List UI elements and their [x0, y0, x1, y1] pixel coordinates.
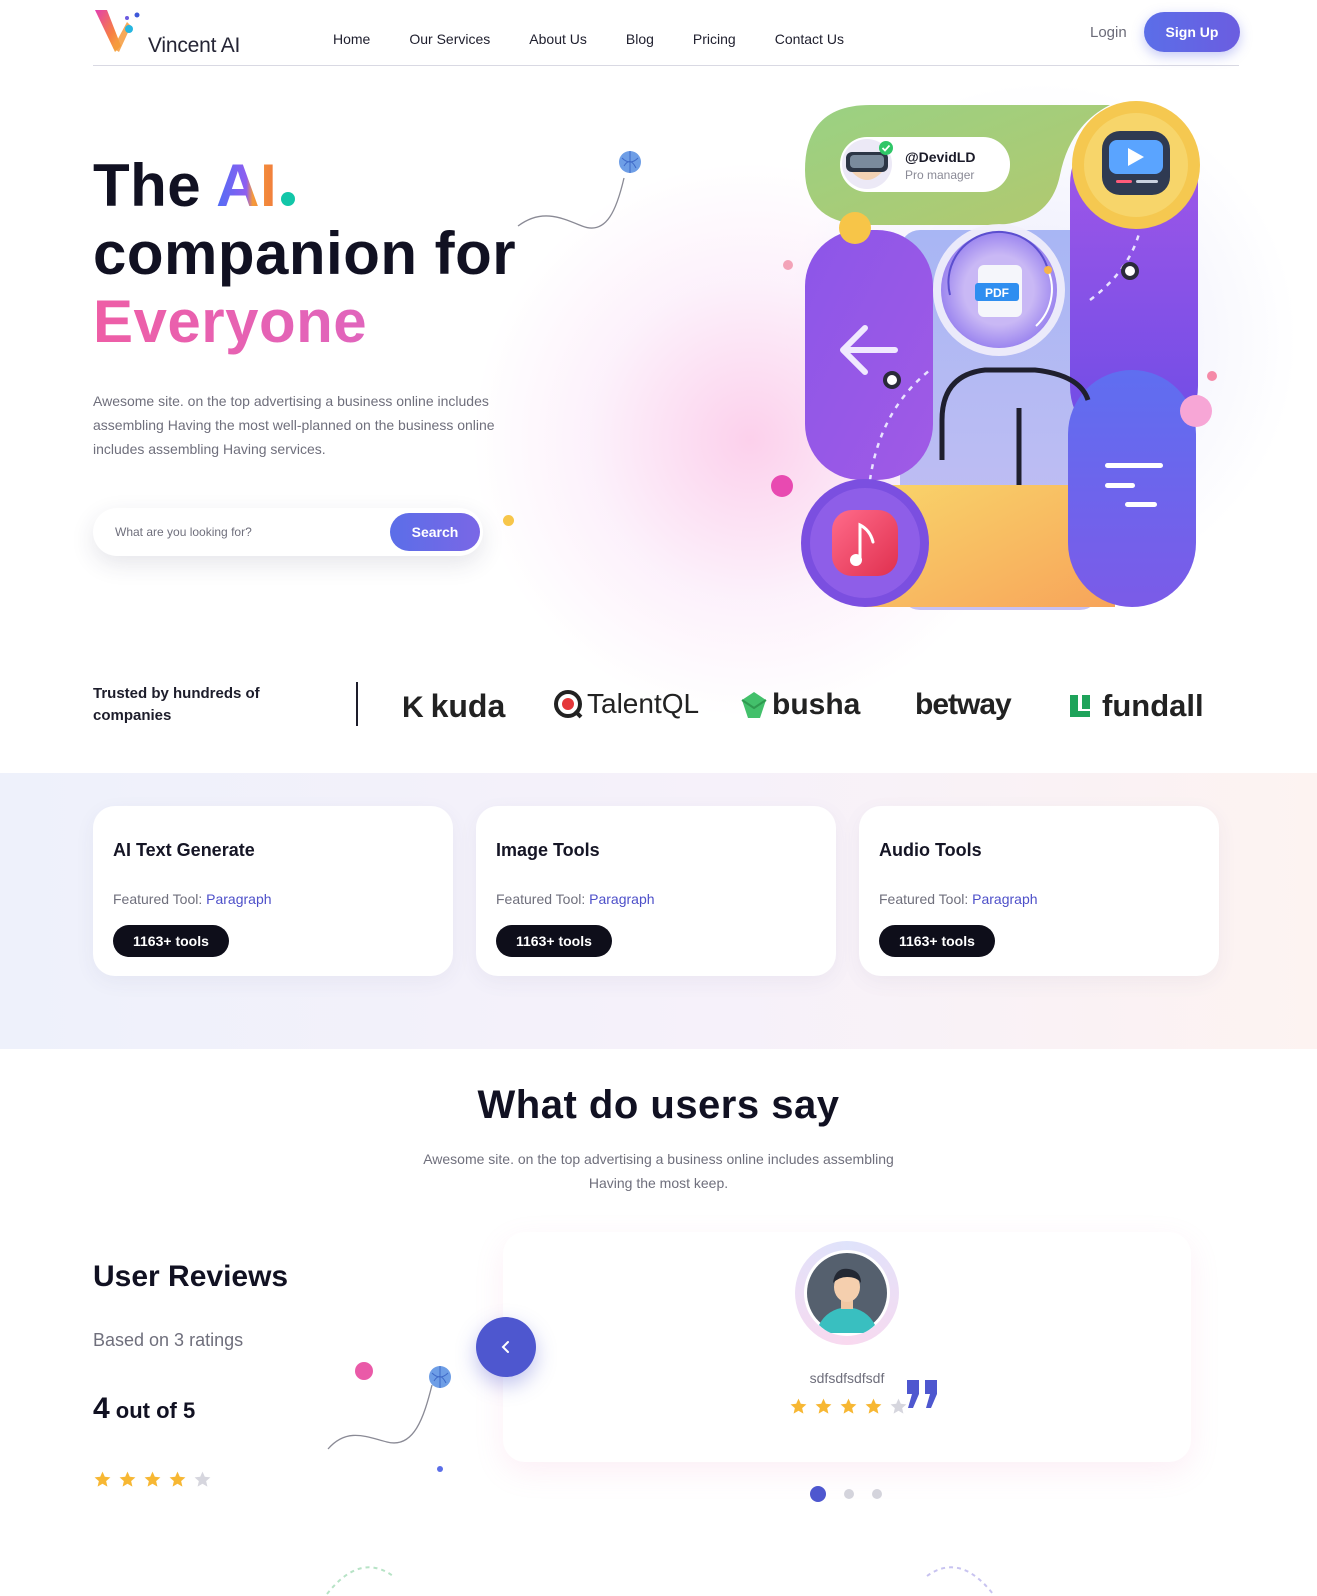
star-filled-icon [94, 1471, 111, 1487]
logo-mark-icon [95, 10, 140, 52]
pdf-label: PDF [985, 286, 1009, 300]
pager-dot[interactable] [872, 1489, 882, 1499]
brand-kuda: K kuda [402, 688, 505, 725]
tool-title: Image Tools [496, 840, 600, 860]
yellow-dot-decoration [503, 515, 514, 526]
tool-card[interactable]: Audio Tools Featured Tool: Paragraph 116… [859, 806, 1219, 976]
kuda-k-icon: K [402, 691, 424, 724]
brand-talentql-text: TalentQL [587, 688, 700, 719]
nav-pricing[interactable]: Pricing [693, 31, 736, 47]
hero-illustration: @DevidLD Pro manager PDF [771, 101, 1217, 610]
brand-busha: busha [740, 688, 860, 722]
hero-description: Awesome site. on the top advertising a b… [93, 393, 495, 457]
overall-score-suffix: out of 5 [109, 1398, 196, 1423]
user-reviews-title: User Reviews [93, 1260, 289, 1293]
reviewer-star-rating [789, 1397, 908, 1416]
talentql-logo-icon [554, 690, 583, 719]
main-nav: Home Our Services About Us Blog Pricing … [333, 31, 883, 47]
profile-name: @DevidLD [905, 149, 975, 165]
pager-dot[interactable] [810, 1486, 826, 1502]
star-filled-icon [169, 1471, 186, 1487]
search-input[interactable] [115, 508, 375, 556]
star-filled-icon [865, 1398, 882, 1414]
overall-score: 4 out of 5 [93, 1392, 195, 1426]
brand-kuda-text: kuda [430, 688, 506, 724]
brand-busha-text: busha [772, 688, 861, 721]
nav-home[interactable]: Home [333, 31, 370, 47]
nav-blog[interactable]: Blog [626, 31, 654, 47]
trusted-label: Trusted by hundreds of companies [93, 685, 260, 724]
login-link[interactable]: Login [1090, 24, 1127, 41]
star-filled-icon [119, 1471, 136, 1487]
hero-title-line2: companion for [93, 220, 517, 287]
dashed-arc-decoration [926, 1566, 994, 1595]
dashed-arc-decoration [326, 1566, 394, 1595]
overall-star-rating [93, 1470, 212, 1489]
chevron-left-icon [501, 1341, 509, 1353]
avatar-inner [804, 1250, 890, 1336]
star-filled-icon [815, 1398, 832, 1414]
signup-button[interactable]: Sign Up [1144, 12, 1240, 52]
hero-title-the: The [93, 152, 217, 219]
yarn-ball-decoration-icon [517, 151, 641, 229]
site-header: Vincent AI Home Our Services About Us Bl… [93, 0, 1240, 66]
user-avatar-icon [807, 1253, 887, 1333]
testimonials-title: What do users say [477, 1083, 840, 1127]
tool-count-badge[interactable]: 1163+ tools [879, 925, 995, 957]
quote-icon [907, 1380, 937, 1408]
reviewer-avatar [795, 1241, 899, 1345]
tool-count-badge[interactable]: 1163+ tools [496, 925, 612, 957]
prev-review-button[interactable] [476, 1317, 536, 1377]
tool-featured: Featured Tool: Paragraph [113, 891, 272, 907]
tool-featured: Featured Tool: Paragraph [879, 891, 1038, 907]
brand-betway: betway [915, 688, 1012, 721]
nav-our-services[interactable]: Our Services [409, 31, 490, 47]
hero-title-dot [281, 192, 296, 206]
brand-fundall-text: fundall [1102, 688, 1204, 723]
tool-title: Audio Tools [879, 840, 982, 860]
tool-featured-label: Featured Tool: [113, 891, 207, 907]
star-filled-icon [840, 1398, 857, 1414]
testimonials-subtitle: Awesome site. on the top advertising a b… [423, 1151, 894, 1191]
reviewer-name: sdfsdfsdfsdf [809, 1370, 885, 1386]
yarn-ball-decoration-icon [327, 1362, 451, 1472]
logo[interactable]: Vincent AI [93, 8, 253, 58]
tool-featured-label: Featured Tool: [496, 891, 590, 907]
tool-card[interactable]: AI Text Generate Featured Tool: Paragrap… [93, 806, 453, 976]
fundall-logo-icon [1070, 695, 1090, 717]
tool-featured-link[interactable]: Paragraph [589, 891, 654, 907]
hero-title: The AI companion for Everyone [93, 152, 516, 356]
profile-role: Pro manager [905, 168, 974, 182]
tool-featured: Featured Tool: Paragraph [496, 891, 655, 907]
trusted-divider [356, 682, 358, 726]
search-box: Search [93, 508, 483, 556]
busha-logo-icon [741, 692, 767, 718]
search-button[interactable]: Search [390, 513, 480, 551]
review-pager [810, 1486, 882, 1502]
nav-about-us[interactable]: About Us [529, 31, 587, 47]
brand-talentql: TalentQL [553, 688, 699, 720]
logo-text: Vincent AI [148, 34, 241, 57]
star-empty-icon [194, 1471, 211, 1487]
brand-fundall: fundall [1068, 688, 1204, 724]
tool-featured-link[interactable]: Paragraph [206, 891, 271, 907]
tool-count-badge[interactable]: 1163+ tools [113, 925, 229, 957]
overall-score-value: 4 [93, 1392, 110, 1425]
star-filled-icon [790, 1398, 807, 1414]
nav-contact-us[interactable]: Contact Us [775, 31, 844, 47]
ratings-count: Based on 3 ratings [93, 1330, 244, 1350]
star-filled-icon [144, 1471, 161, 1487]
hero-title-ai: AI [216, 152, 278, 219]
hero-title-everyone: Everyone [93, 288, 516, 356]
pager-dot[interactable] [844, 1489, 854, 1499]
tool-card[interactable]: Image Tools Featured Tool: Paragraph 116… [476, 806, 836, 976]
tool-title: AI Text Generate [113, 840, 255, 860]
tool-featured-label: Featured Tool: [879, 891, 973, 907]
tool-featured-link[interactable]: Paragraph [972, 891, 1037, 907]
